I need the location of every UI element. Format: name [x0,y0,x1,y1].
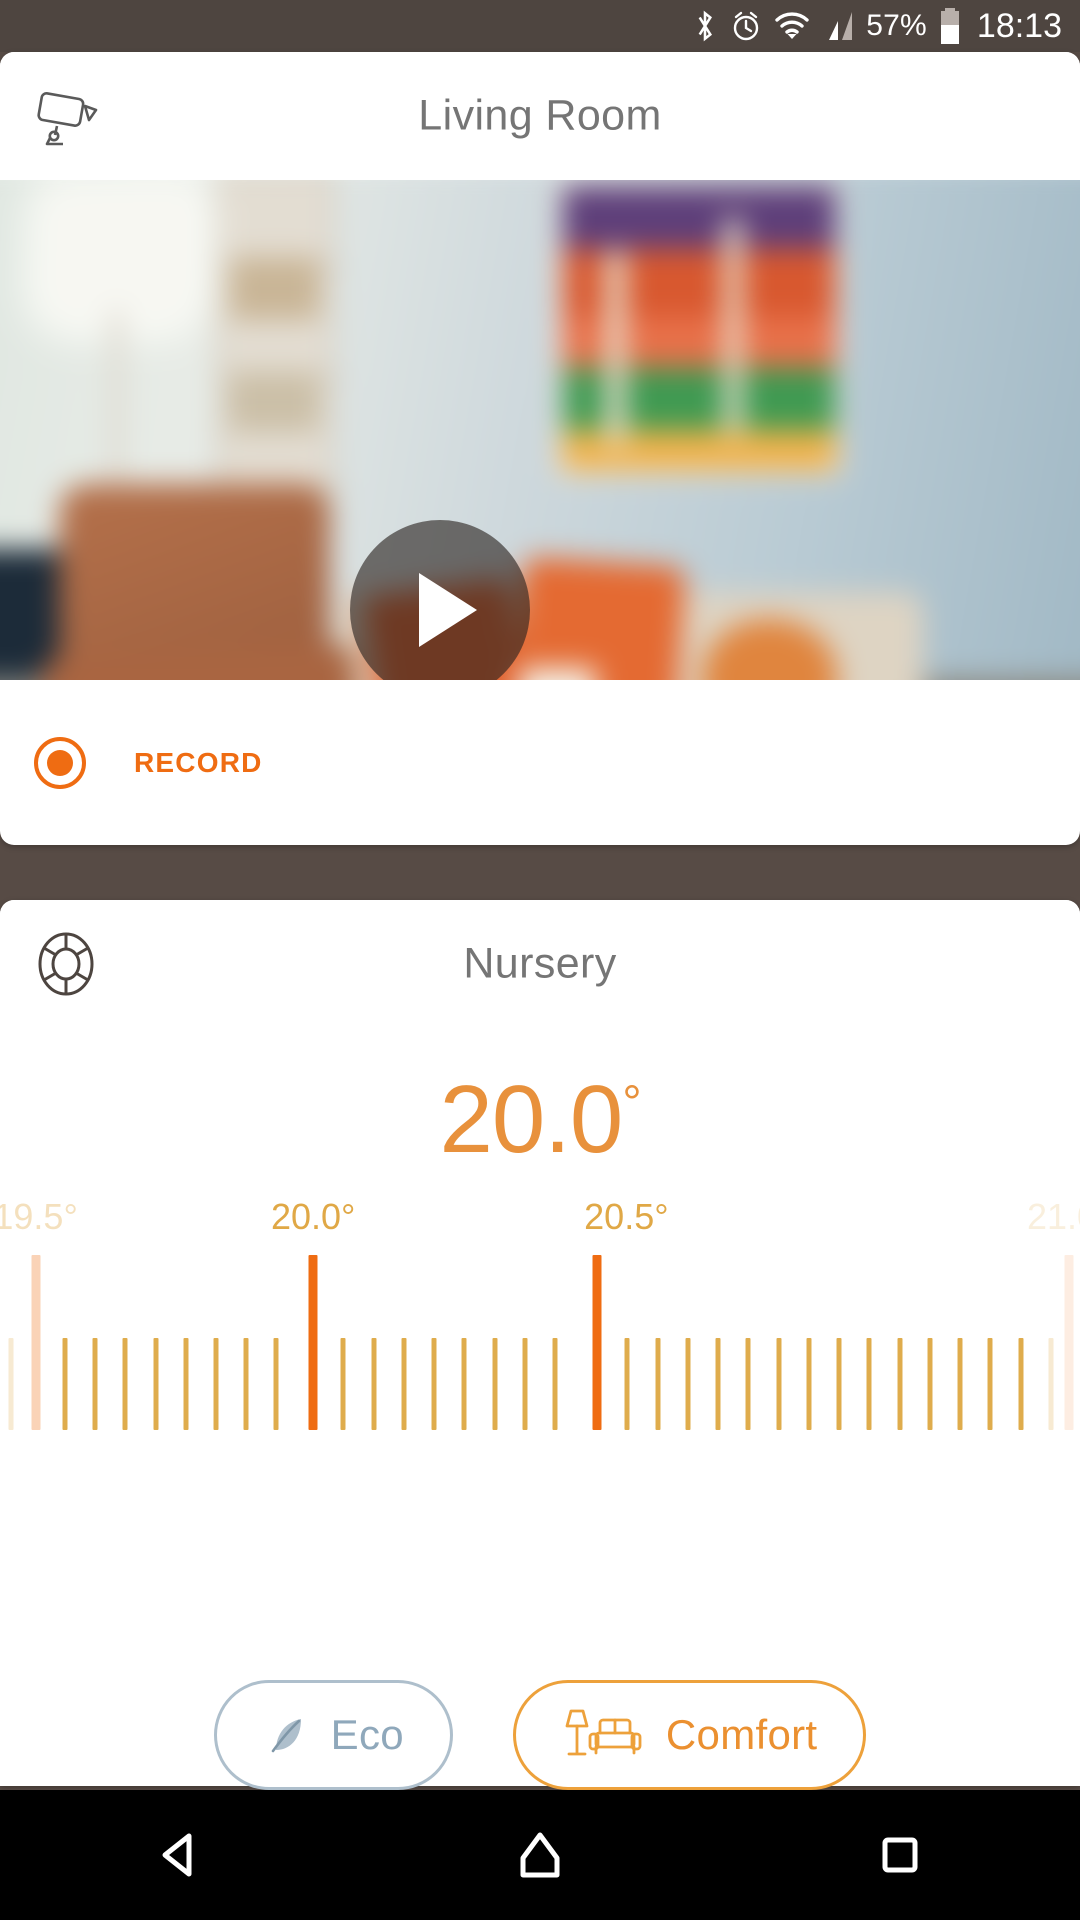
mode-buttons: Eco Comfort [0,1680,1080,1790]
ruler-tick-minor [243,1338,249,1430]
ruler-tick-minor [866,1338,872,1430]
page-title: Living Room [418,91,662,140]
android-nav-bar [0,1790,1080,1920]
ruler-tick-minor [1018,1338,1024,1430]
ruler-tick-minor [492,1338,498,1430]
ruler-tick-labels: 19.5° 20.0° 20.5° 21.0° [0,1196,1080,1252]
ruler-tick-major [1064,1255,1074,1430]
lamp-sofa-icon [562,1707,644,1764]
ruler-tick-minor [122,1338,128,1430]
ruler-tick-minor [745,1338,751,1430]
current-temperature: 20.0° [0,1072,1080,1168]
ruler-tick-minor [273,1338,279,1430]
ruler-tick-minor [685,1338,691,1430]
record-button[interactable]: RECORD [0,680,1080,845]
camera-video-frame [0,180,1080,680]
ruler-tick-minor [897,1338,903,1430]
app-root: 57% 18:13 Living Room RECORD Nursery 20.… [0,0,1080,1920]
ruler-tick-minor [431,1338,437,1430]
mode-label-comfort: Comfort [665,1711,818,1758]
ruler-tick-minor [183,1338,189,1430]
ruler-tick-major [31,1255,41,1430]
thermostat-card-header: Nursery [0,900,1080,1028]
ruler-tick-minor [340,1338,346,1430]
camera-card: Living Room RECORD [0,52,1080,845]
play-triangle [419,573,477,647]
ruler-tick-minor [927,1338,933,1430]
ruler-tick-minor [522,1338,528,1430]
leaf-icon [263,1710,309,1761]
back-triangle-icon[interactable] [105,1790,255,1920]
ruler-tick-minor [806,1338,812,1430]
wifi-icon [774,11,810,41]
battery-percent-label: 57% [866,9,927,42]
ruler-tick-minor [836,1338,842,1430]
ruler-tick-minor [655,1338,661,1430]
ruler-label: 20.5° [584,1196,669,1237]
signal-icon [822,11,854,41]
status-bar-clock: 18:13 [976,6,1062,45]
mode-button-eco[interactable]: Eco [213,1680,453,1790]
recents-square-icon[interactable] [825,1790,975,1920]
ruler-tick-major [592,1255,602,1430]
record-label: RECORD [134,746,263,778]
ruler-label: 21.0° [1026,1196,1080,1237]
ruler-label: 20.0° [270,1196,356,1237]
ruler-tick-minor [624,1338,630,1430]
thermostat-title: Nursery [463,939,617,988]
ruler-tick-minor [153,1338,159,1430]
ruler-tick-minor [1048,1338,1054,1430]
ruler-tick-minor [62,1338,68,1430]
degree-symbol: ° [622,1077,641,1130]
ruler-tick-minor [987,1338,993,1430]
ruler-tick-minor [715,1338,721,1430]
ruler-tick-major [308,1255,318,1430]
temperature-slider-ruler[interactable] [0,1250,1080,1430]
mode-button-comfort[interactable]: Comfort [512,1680,867,1790]
battery-icon [939,8,961,44]
ruler-tick-minor [371,1338,377,1430]
ruler-tick-minor [957,1338,963,1430]
ruler-label: 19.5° [0,1196,78,1237]
ruler-tick-minor [8,1338,14,1430]
bluetooth-icon [692,9,718,43]
alarm-icon [730,10,762,42]
mode-label-eco: Eco [330,1711,404,1758]
record-dot-icon [34,736,86,789]
ruler-tick-minor [213,1338,219,1430]
camera-card-header: Living Room [0,52,1080,180]
home-icon[interactable] [465,1790,615,1920]
ruler-tick-minor [401,1338,407,1430]
camera-video-feed[interactable] [0,180,1080,680]
status-bar: 57% 18:13 [0,0,1080,52]
current-temperature-value: 20.0 [439,1066,623,1173]
ruler-tick-minor [461,1338,467,1430]
ruler-tick-minor [552,1338,558,1430]
ruler-tick-minor [92,1338,98,1430]
ruler-tick-minor [776,1338,782,1430]
